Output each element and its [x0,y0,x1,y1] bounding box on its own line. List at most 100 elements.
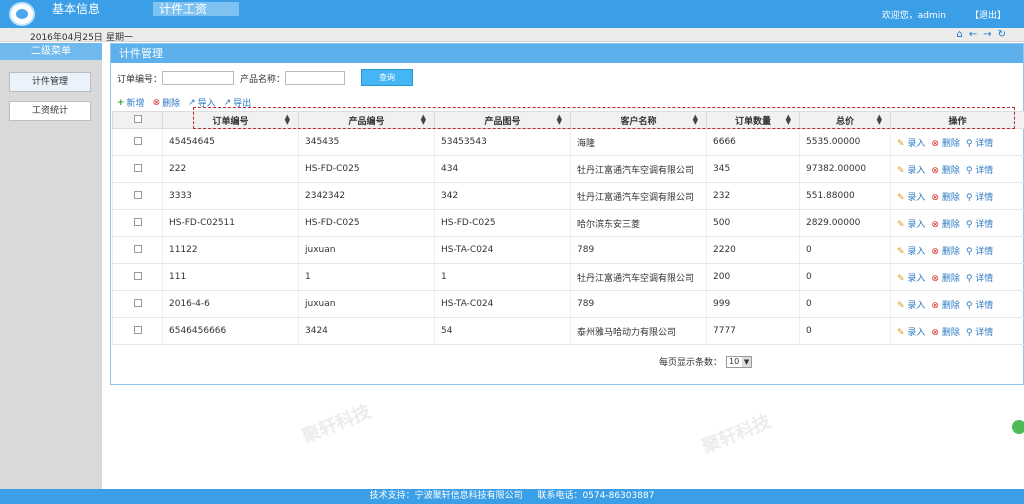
nav-icons: ⌂ ← → ↻ [956,29,1006,41]
table-cell: 1 [298,263,435,291]
row-checkbox[interactable] [133,325,142,334]
table-cell: 345435 [298,128,435,156]
row-select-cell [112,236,163,264]
table-row[interactable]: 11122 juxuan HS-TA-C024 789 2220 0 ✎ 录入 ⊗ 删除 ⚲ 详… [112,236,1024,264]
table-row[interactable]: 111 1 1 牡丹江富通汽车空调有限公司 200 0 ✎ 录入 ⊗ 删除 ⚲ 详情 [112,263,1024,291]
row-checkbox[interactable] [133,271,142,280]
row-select-cell [112,290,163,318]
orders-table: 订单编号 ▲ ▼ 产品编号 ▲ ▼ 产品图号 ▲ ▼ 客户名称 ▲ ▼ 订单数量 ▲ ▼ 总价 ▲ ▼ … [112,111,1024,345]
logout-link[interactable]: 【退出】 [970,8,1006,21]
table-cell: 牡丹江富通汽车空调有限公司 [570,155,707,183]
delete-action[interactable]: ⊗ 删除 [931,193,959,203]
sort-icon[interactable]: ▲ ▼ [877,114,882,126]
column-header[interactable]: 产品编号 ▲ ▼ [298,111,435,129]
entry-action[interactable]: ✎ 录入 [897,220,925,230]
sort-icon[interactable]: ▲ ▼ [421,114,426,126]
sort-icon[interactable]: ▲ ▼ [557,114,562,126]
delete-icon: ⊗ [152,97,161,108]
details-action[interactable]: ⚲ 详情 [966,301,993,311]
import-button[interactable]: ↗ 导入 [188,96,216,110]
delete-icon: ⊗ [931,246,942,257]
edit-icon: ✎ [897,138,908,149]
action-label: 删除 [941,138,960,149]
delete-action[interactable]: ⊗ 删除 [931,139,959,149]
entry-action[interactable]: ✎ 录入 [897,139,925,149]
details-action[interactable]: ⚲ 详情 [966,220,993,230]
table-header-row: 订单编号 ▲ ▼ 产品编号 ▲ ▼ 产品图号 ▲ ▼ 客户名称 ▲ ▼ 订单数量 ▲ ▼ 总价 ▲ ▼ … [112,111,1024,129]
top-tab-basic-info[interactable]: 基本信息 [46,2,106,16]
column-header[interactable]: 客户名称 ▲ ▼ [570,111,707,129]
details-action[interactable]: ⚲ 详情 [966,274,993,284]
column-header[interactable]: 订单数量 ▲ ▼ [706,111,800,129]
delete-action[interactable]: ⊗ 删除 [931,328,959,338]
delete-action[interactable]: ⊗ 删除 [931,220,959,230]
table-row[interactable]: 3333 2342342 342 牡丹江富通汽车空调有限公司 232 551.88000 ✎… [112,182,1024,210]
entry-action[interactable]: ✎ 录入 [897,247,925,257]
table-row[interactable]: 6546456666 3424 54 泰州雅马哈动力有限公司 7777 0 ✎ 录入 ⊗ 删除… [112,317,1024,345]
details-action[interactable]: ⚲ 详情 [966,328,993,338]
row-actions: ✎ 录入 ⊗ 删除 ⚲ 详情 [890,317,1024,345]
row-actions: ✎ 录入 ⊗ 删除 ⚲ 详情 [890,182,1024,210]
table-cell: 3424 [298,317,435,345]
entry-action[interactable]: ✎ 录入 [897,328,925,338]
action-label: 删除 [941,327,960,338]
table-cell: juxuan [298,290,435,318]
delete-button[interactable]: ⊗ 删除 [152,96,181,110]
row-actions: ✎ 录入 ⊗ 删除 ⚲ 详情 [890,236,1024,264]
entry-action[interactable]: ✎ 录入 [897,166,925,176]
column-header[interactable]: 总价 ▲ ▼ [799,111,891,129]
details-action[interactable]: ⚲ 详情 [966,193,993,203]
entry-action[interactable]: ✎ 录入 [897,301,925,311]
export-button[interactable]: ↗ 导出 [224,96,252,110]
row-checkbox[interactable] [133,190,142,199]
table-row[interactable]: 222 HS-FD-C025 434 牡丹江富通汽车空调有限公司 345 97382.00… [112,155,1024,183]
refresh-icon[interactable]: ↻ [998,29,1006,41]
delete-action[interactable]: ⊗ 删除 [931,247,959,257]
table-cell: HS-FD-C02511 [162,209,299,237]
sidebar-item-piece-management[interactable]: 计件管理 [9,72,91,92]
action-label: 录入 [907,138,926,149]
chevron-down-icon: ▼ [742,356,752,367]
page-size-select[interactable]: 10 ▼ [726,355,753,368]
edit-icon: ✎ [897,219,908,230]
table-cell: 45454645 [162,128,299,156]
sort-icon[interactable]: ▲ ▼ [693,114,698,126]
entry-action[interactable]: ✎ 录入 [897,274,925,284]
row-select-cell [112,182,163,210]
entry-action[interactable]: ✎ 录入 [897,193,925,203]
back-arrow-icon[interactable]: ← [969,29,977,41]
column-header[interactable]: 订单编号 ▲ ▼ [162,111,299,129]
delete-action[interactable]: ⊗ 删除 [931,274,959,284]
table-row[interactable]: 2016-4-6 juxuan HS-TA-C024 789 999 0 ✎ 录入 ⊗ 删除 ⚲… [112,290,1024,318]
column-header[interactable]: 产品图号 ▲ ▼ [434,111,571,129]
details-action[interactable]: ⚲ 详情 [966,139,993,149]
search-icon: ⚲ [965,138,976,149]
row-checkbox[interactable] [133,217,142,226]
add-button[interactable]: + 新增 [117,96,145,110]
product-name-input[interactable] [285,71,346,85]
delete-label: 删除 [162,99,181,109]
import-label: 导入 [197,99,216,109]
forward-arrow-icon[interactable]: → [983,29,991,41]
sort-icon[interactable]: ▲ ▼ [786,114,791,126]
sort-icon[interactable]: ▲ ▼ [285,114,290,126]
row-checkbox[interactable] [133,298,142,307]
sidebar-item-wage-statistics[interactable]: 工资统计 [9,101,91,121]
query-button[interactable]: 查询 [361,69,413,86]
order-number-input[interactable] [162,71,235,85]
row-checkbox[interactable] [133,244,142,253]
delete-action[interactable]: ⊗ 删除 [931,301,959,311]
row-checkbox[interactable] [133,163,142,172]
table-cell: 342 [434,182,571,210]
row-checkbox[interactable] [133,136,142,145]
delete-action[interactable]: ⊗ 删除 [931,166,959,176]
details-action[interactable]: ⚲ 详情 [966,247,993,257]
details-action[interactable]: ⚲ 详情 [966,166,993,176]
top-tab-piece-wage[interactable]: 计件工资 [153,2,239,16]
search-icon: ⚲ [965,165,976,176]
select-all-checkbox[interactable] [133,114,142,123]
table-row[interactable]: HS-FD-C02511 HS-FD-C025 HS-FD-C025 哈尔滨东安三菱 5… [112,209,1024,237]
home-icon[interactable]: ⌂ [956,29,962,41]
table-row[interactable]: 45454645 345435 53453543 海隆 6666 5535.00000 ✎ … [112,128,1024,156]
floating-badge-icon[interactable] [1012,420,1024,434]
